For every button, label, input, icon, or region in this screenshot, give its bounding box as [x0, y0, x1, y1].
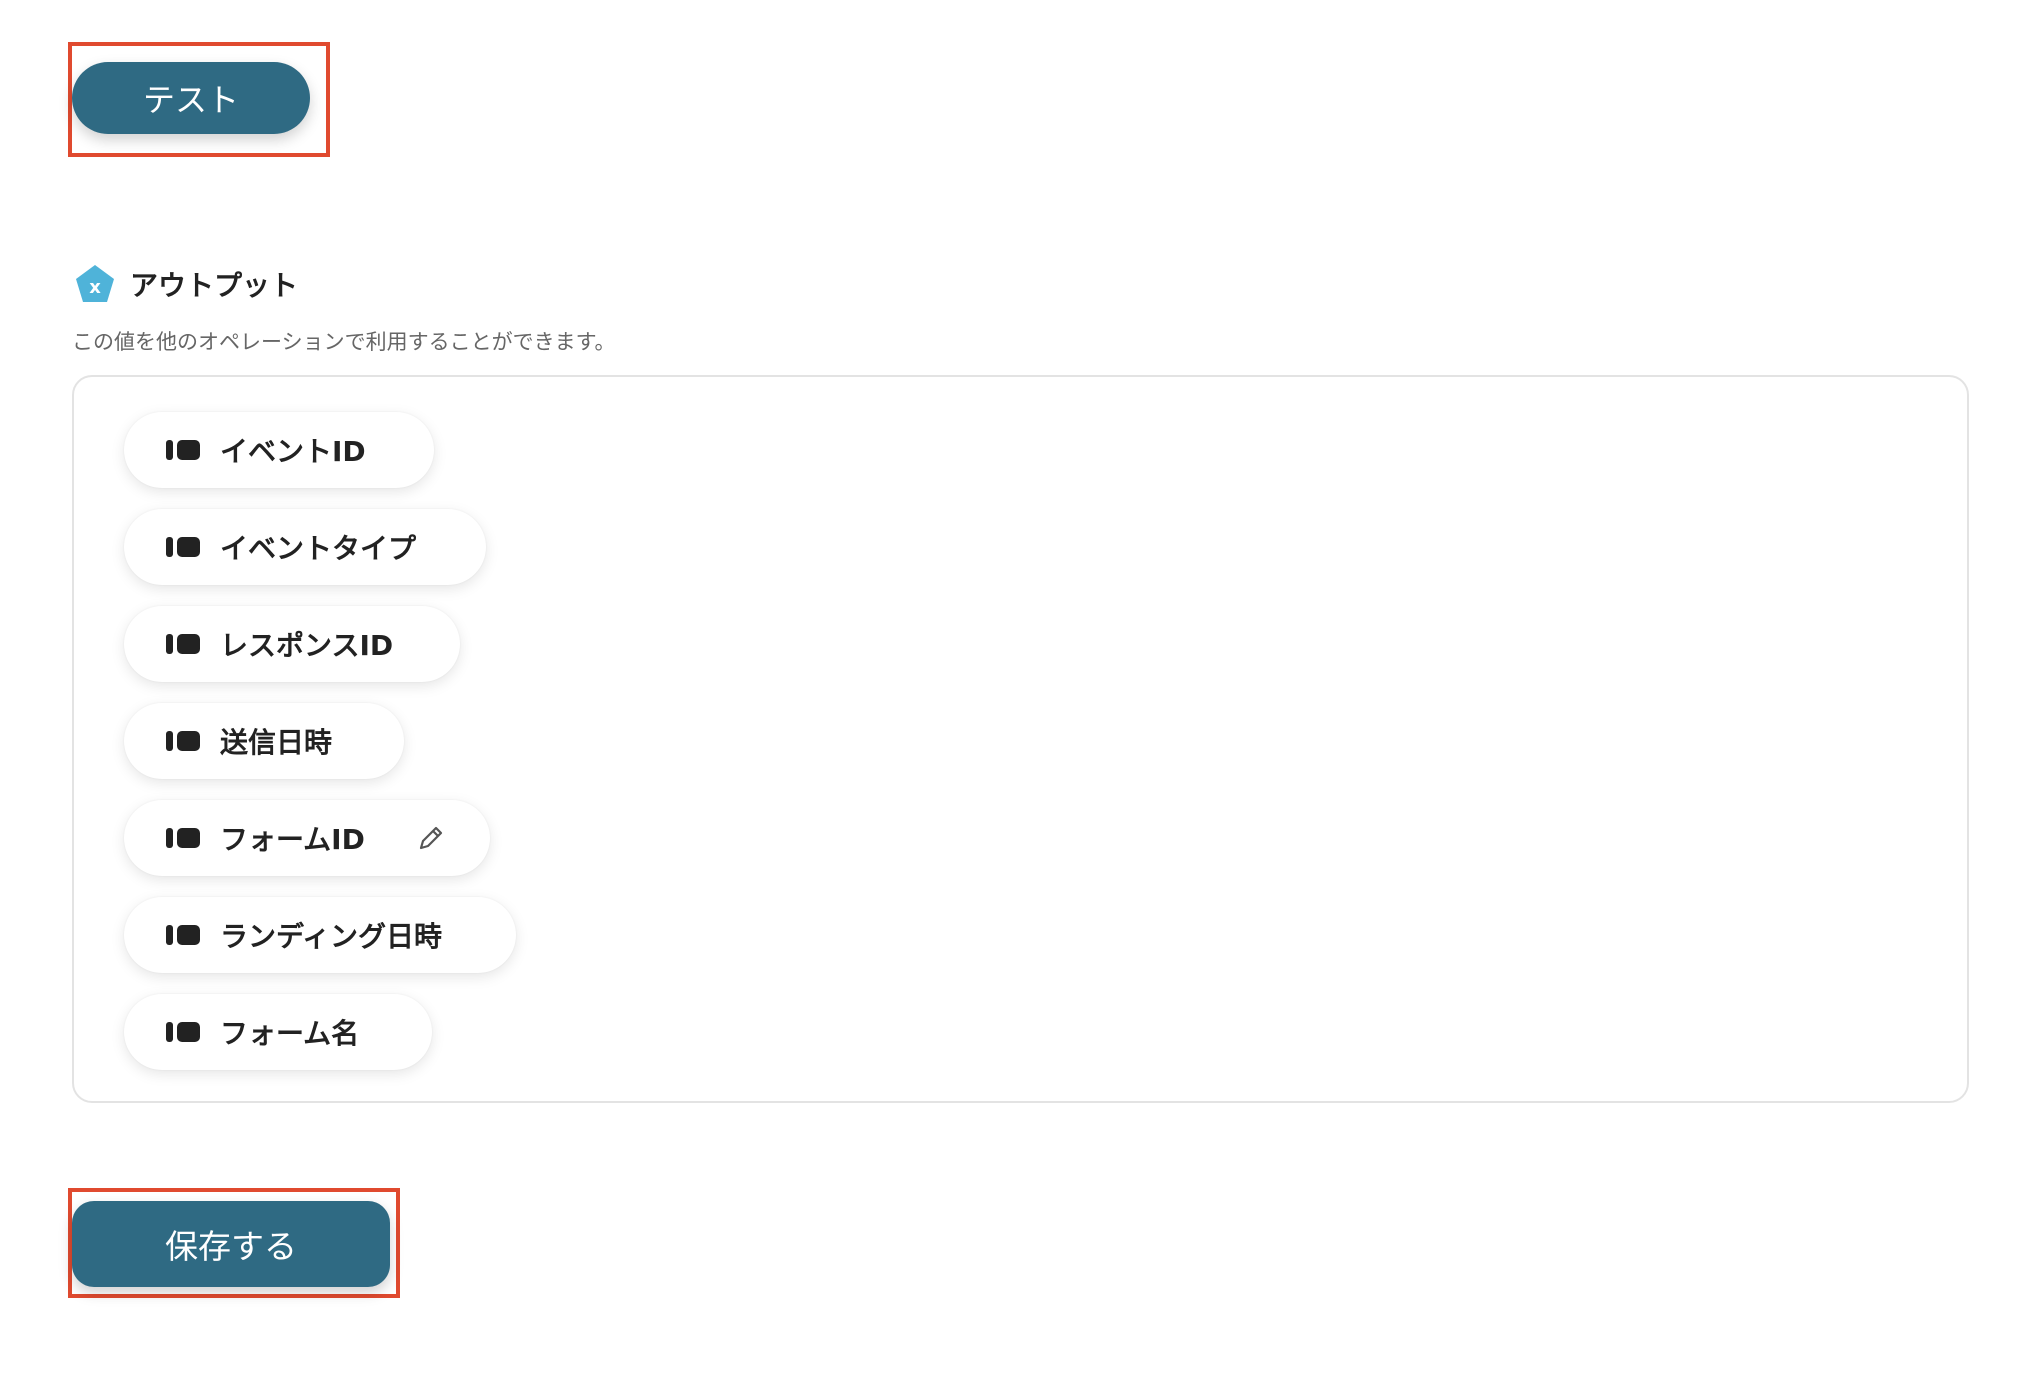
- save-button[interactable]: 保存する: [72, 1201, 390, 1287]
- tag-icon: [166, 1022, 200, 1042]
- tag-icon: [166, 537, 200, 557]
- variable-icon: x: [76, 265, 114, 302]
- output-item-label: 送信日時: [220, 726, 333, 759]
- output-item-event-id[interactable]: イベントID: [124, 412, 434, 488]
- output-item-event-type[interactable]: イベントタイプ: [124, 509, 486, 585]
- output-item-form-name[interactable]: フォーム名: [124, 994, 432, 1070]
- tag-icon: [166, 634, 200, 654]
- output-item-label: イベントID: [220, 435, 366, 468]
- tag-icon: [166, 828, 200, 848]
- output-item-label: レスポンスID: [220, 629, 394, 662]
- output-item-response-id[interactable]: レスポンスID: [124, 606, 460, 682]
- output-panel: イベントID イベントタイプ レスポンスID 送信日時 フォームID ランディン…: [72, 375, 1969, 1103]
- output-description: この値を他のオペレーションで利用することができます。: [72, 330, 616, 354]
- output-item-label: ランディング日時: [220, 920, 443, 953]
- output-item-submitted-at[interactable]: 送信日時: [124, 703, 404, 779]
- output-item-label: フォームID: [220, 823, 365, 856]
- tag-icon: [166, 440, 200, 460]
- output-title: アウトプット: [130, 269, 299, 302]
- output-item-form-id[interactable]: フォームID: [124, 800, 490, 876]
- output-header: x アウトプット: [74, 263, 298, 305]
- test-button[interactable]: テスト: [72, 62, 310, 134]
- pencil-icon[interactable]: [416, 823, 446, 853]
- output-item-label: フォーム名: [220, 1017, 360, 1050]
- output-item-label: イベントタイプ: [220, 532, 417, 565]
- tag-icon: [166, 731, 200, 751]
- tag-icon: [166, 925, 200, 945]
- output-item-landing-at[interactable]: ランディング日時: [124, 897, 516, 973]
- svg-text:x: x: [89, 277, 101, 298]
